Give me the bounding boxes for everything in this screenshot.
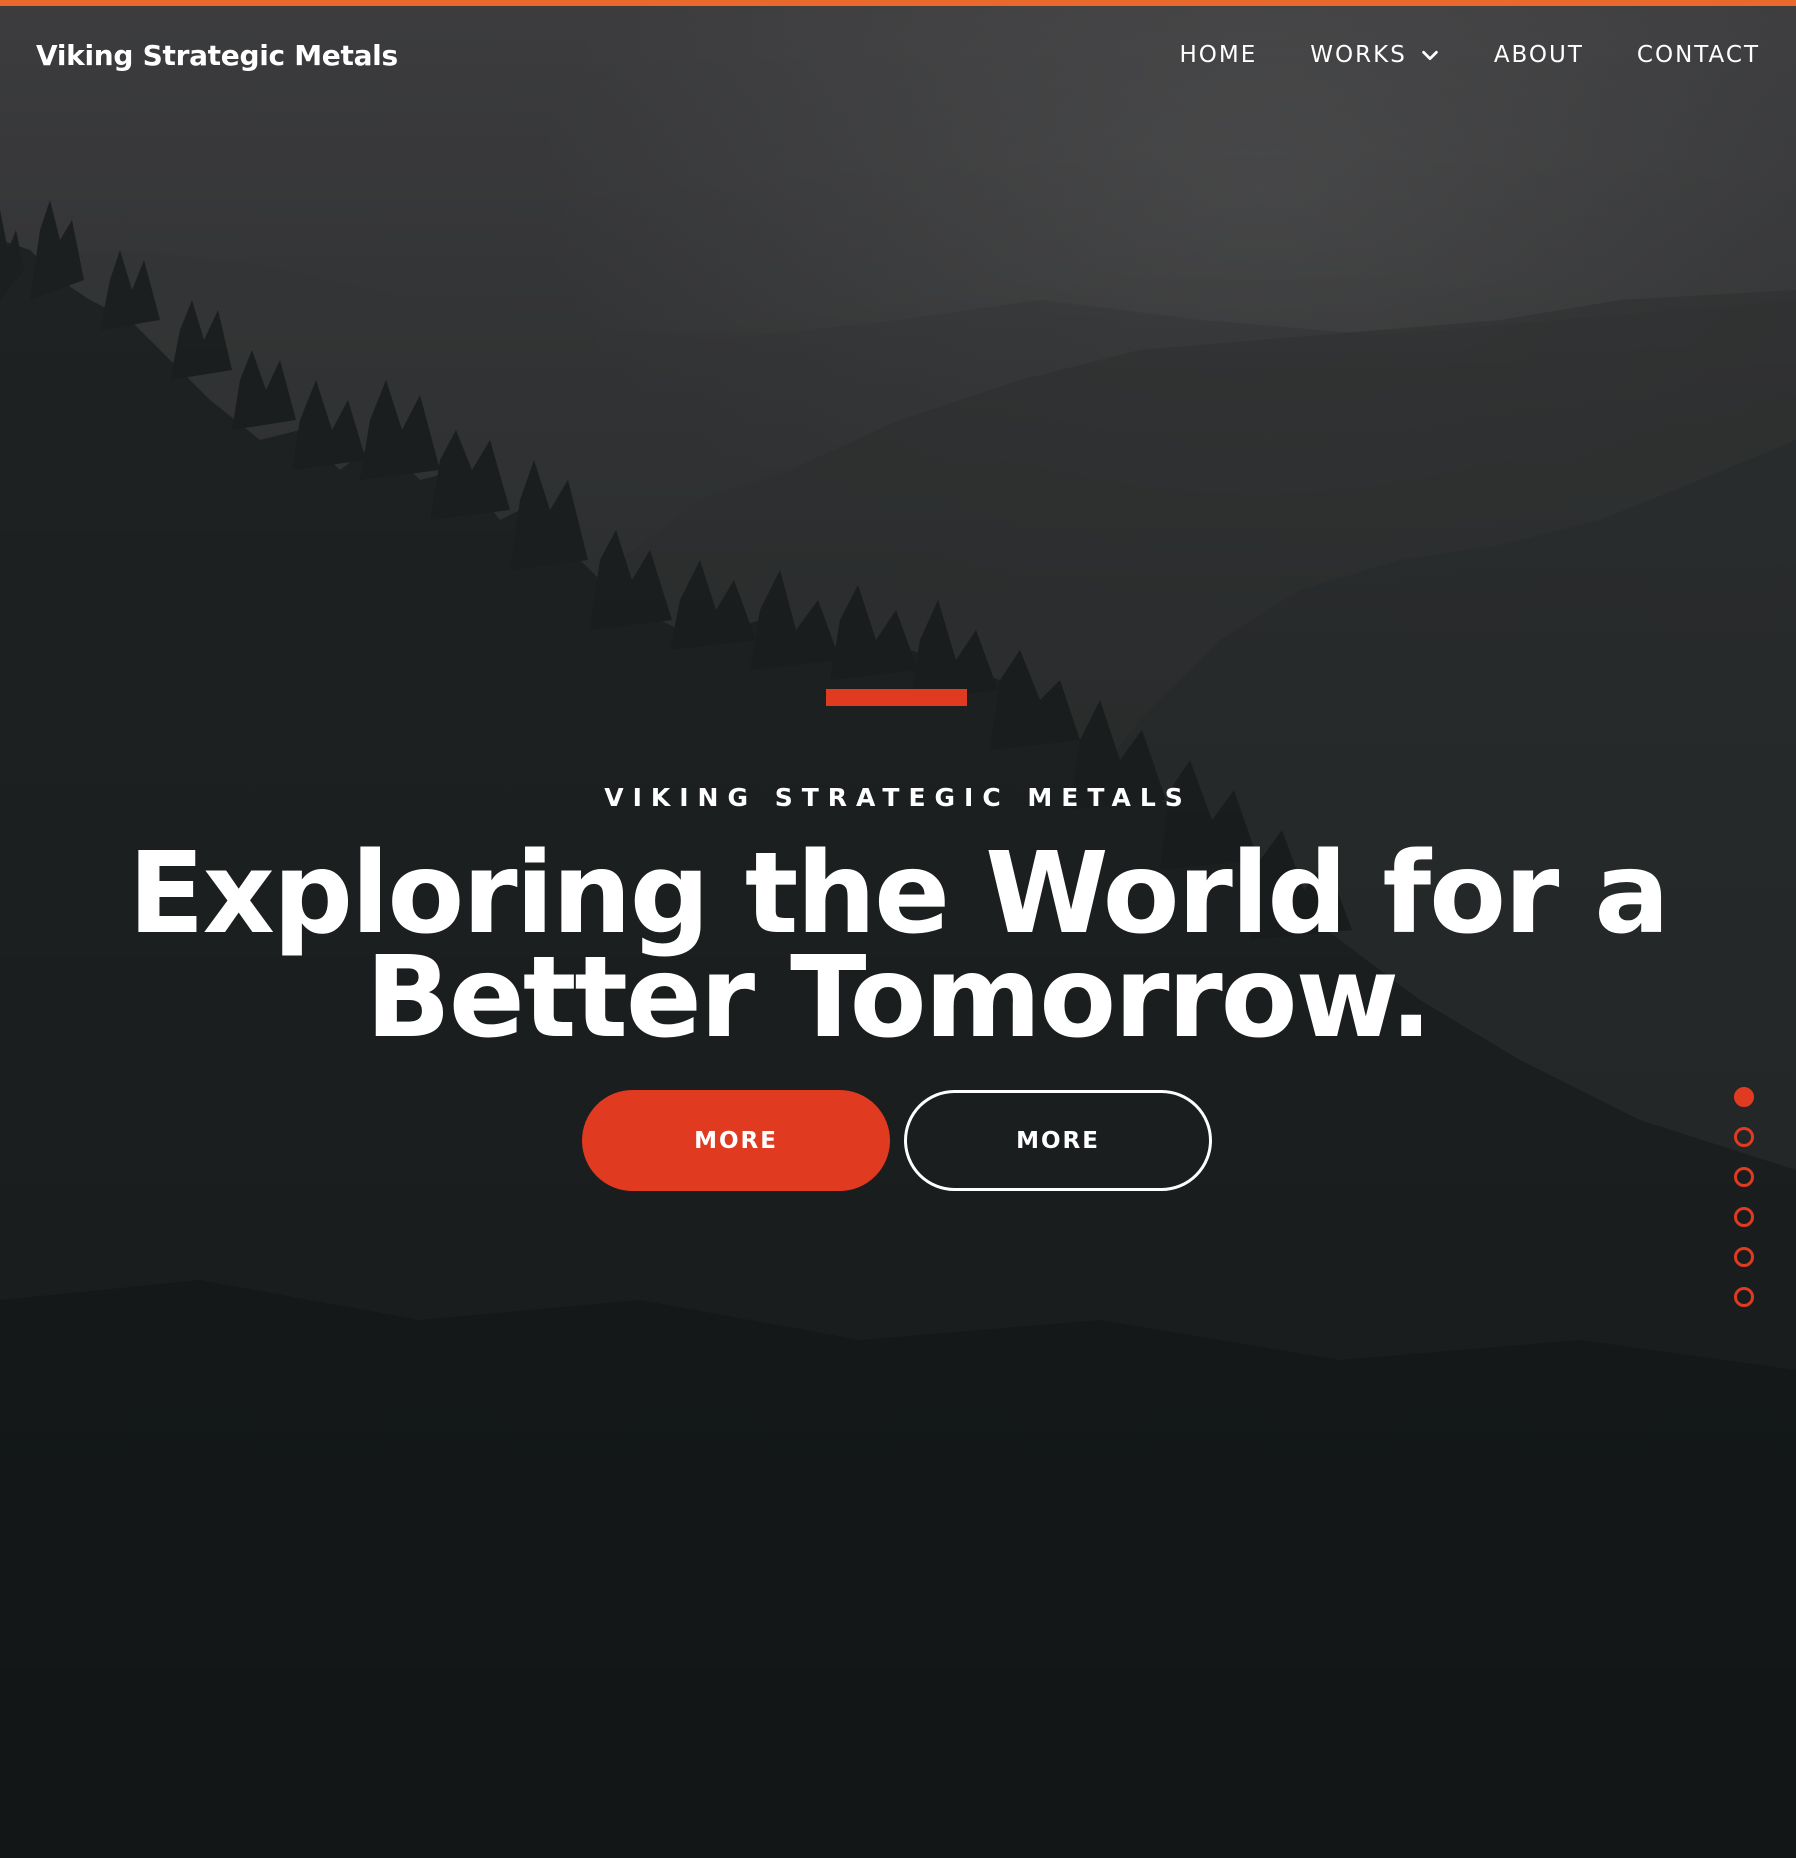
slider-dots [1734, 1087, 1754, 1307]
slider-dot-4[interactable] [1734, 1207, 1754, 1227]
hero-headline: Exploring the World for a Better Tomorro… [0, 838, 1796, 1054]
more-secondary-button[interactable]: MORE [904, 1090, 1212, 1191]
hero-headline-line-2: Better Tomorrow. [365, 933, 1433, 1063]
hero-buttons: MORE MORE [582, 1090, 1212, 1191]
slider-dot-2[interactable] [1734, 1127, 1754, 1147]
slider-dot-3[interactable] [1734, 1167, 1754, 1187]
more-primary-button[interactable]: MORE [582, 1090, 890, 1191]
hero-accent-bar [826, 689, 967, 706]
slider-dot-1[interactable] [1734, 1087, 1754, 1107]
slider-dot-6[interactable] [1734, 1287, 1754, 1307]
page: Viking Strategic Metals HOME WORKS ABOUT… [0, 0, 1796, 1858]
hero-eyebrow: VIKING STRATEGIC METALS [604, 783, 1192, 812]
hero-section: VIKING STRATEGIC METALS Exploring the Wo… [0, 0, 1796, 1858]
slider-dot-5[interactable] [1734, 1247, 1754, 1267]
